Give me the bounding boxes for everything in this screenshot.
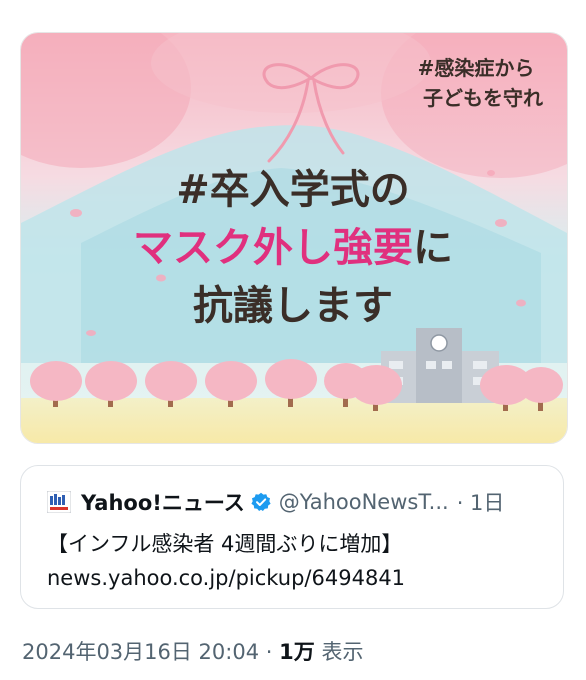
quoted-time[interactable]: · 1日: [457, 487, 505, 517]
view-count: 1万: [279, 640, 315, 664]
corner-hashtag-1: #感染症から: [418, 56, 535, 80]
quoted-handle[interactable]: @YahooNewsT...: [279, 490, 449, 514]
quoted-post-link[interactable]: news.yahoo.co.jp/pickup/6494841: [47, 566, 405, 590]
headline-line-2: マスク外し強要に: [133, 225, 453, 271]
corner-hashtag-2: 子どもを守れ: [423, 86, 543, 110]
headline-suffix: に: [413, 225, 453, 271]
quoted-post-text: 【インフル感染者 4週間ぶりに増加】: [47, 532, 403, 556]
quoted-post-card[interactable]: Yahoo!ニュース @YahooNewsT... · 1日 【インフル感染者 …: [20, 465, 564, 609]
post-image[interactable]: #感染症から 子どもを守れ #卒入学式の マスク外し強要に 抗議します: [20, 32, 568, 444]
post-datetime[interactable]: 2024年03月16日 20:04: [22, 640, 259, 664]
headline-line-1: #卒入学式の: [176, 167, 410, 213]
yahoo-news-logo-icon: [47, 491, 71, 513]
poster-illustration: #感染症から 子どもを守れ #卒入学式の マスク外し強要に 抗議します: [21, 33, 567, 443]
quoted-source-name[interactable]: Yahoo!ニュース: [81, 487, 245, 517]
post-meta: 2024年03月16日 20:04 · 1万 表示: [22, 636, 363, 666]
meta-separator: ·: [265, 640, 273, 664]
quoted-post-header: Yahoo!ニュース @YahooNewsT... · 1日: [47, 486, 504, 518]
headline-line-3: 抗議します: [193, 283, 393, 329]
view-label: 表示: [321, 640, 364, 664]
headline-pink-part: マスク外し強要: [133, 225, 413, 271]
verified-badge-icon: [251, 492, 271, 511]
